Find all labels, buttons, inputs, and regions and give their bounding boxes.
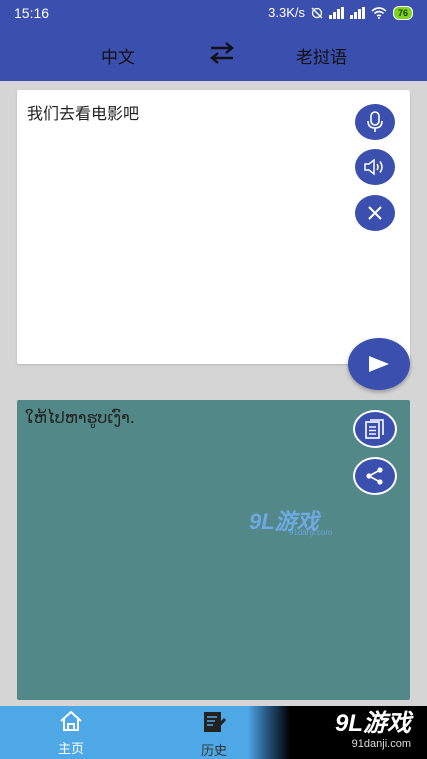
input-card[interactable]: 我们去看电影吧 bbox=[17, 90, 410, 364]
brand-url: 91danji.com bbox=[351, 738, 411, 750]
watermark: 9L游戏 91danji.com bbox=[249, 504, 349, 544]
home-icon bbox=[60, 710, 82, 731]
nav-label-history: 历史 bbox=[200, 744, 227, 759]
signal-icon-2 bbox=[349, 6, 365, 19]
battery-icon: 76 bbox=[392, 5, 413, 20]
status-indicators: 3.3K/s 76 bbox=[268, 5, 413, 20]
output-card: ໃຫ້ໄປຫາຮູບເງົາ. 9L游戏 91danji.com bbox=[17, 400, 410, 700]
alarm-off-icon bbox=[311, 7, 323, 18]
swap-arrows-icon[interactable] bbox=[207, 41, 237, 65]
source-language-button[interactable]: 中文 bbox=[101, 43, 135, 68]
watermark-url: 91danji.com bbox=[289, 528, 333, 537]
signal-icon bbox=[328, 6, 344, 19]
history-icon bbox=[204, 712, 227, 732]
status-time: 15:16 bbox=[14, 5, 50, 21]
nav-label-home: 主页 bbox=[57, 742, 84, 757]
brand-logo-text: 9L游戏 bbox=[334, 710, 411, 737]
wifi-icon bbox=[371, 6, 387, 19]
network-speed: 3.3K/s bbox=[268, 5, 305, 20]
share-icon bbox=[366, 467, 383, 485]
speaker-icon bbox=[364, 158, 383, 176]
send-icon bbox=[369, 356, 389, 372]
translate-button[interactable] bbox=[348, 338, 410, 390]
translated-text: ໃຫ້ໄປຫາຮູບເງົາ. bbox=[25, 408, 135, 427]
microphone-button[interactable] bbox=[355, 104, 395, 140]
close-icon bbox=[368, 206, 382, 220]
status-bar: 15:16 3.3K/s 76 bbox=[0, 0, 427, 27]
language-toolbar: 中文 老挝语 bbox=[0, 27, 427, 81]
source-text-input[interactable]: 我们去看电影吧 bbox=[27, 100, 139, 124]
microphone-icon bbox=[367, 111, 383, 132]
bottom-navigation: 主页 历史 9L游戏 91danji.com bbox=[0, 706, 427, 759]
copy-button[interactable] bbox=[353, 410, 397, 448]
copy-icon bbox=[365, 419, 384, 439]
target-language-button[interactable]: 老挝语 bbox=[296, 43, 347, 68]
nav-item-home[interactable]: 主页 bbox=[41, 710, 101, 757]
speak-button[interactable] bbox=[355, 149, 395, 185]
clear-button[interactable] bbox=[355, 195, 395, 231]
nav-item-history[interactable]: 历史 bbox=[184, 710, 244, 759]
brand-logo: 9L游戏 91danji.com bbox=[335, 710, 411, 750]
share-button[interactable] bbox=[353, 457, 397, 495]
